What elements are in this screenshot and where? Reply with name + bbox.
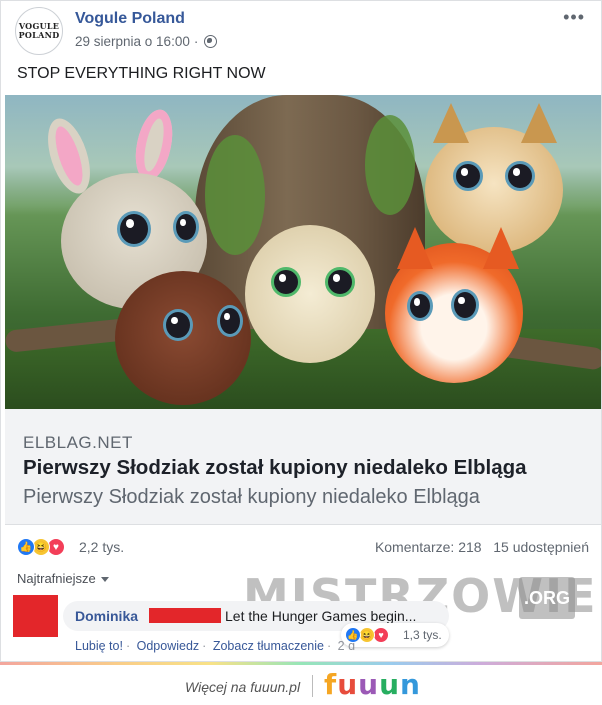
comment-sort-dropdown[interactable]: Najtrafniejsze (17, 571, 109, 586)
link-title: Pierwszy Słodziak został kupiony niedale… (23, 456, 527, 479)
lynx-eye (505, 161, 535, 191)
comment-reactions[interactable]: 👍 😆 ♥ 1,3 tys. (341, 623, 449, 647)
reaction-count[interactable]: 2,2 tys. (79, 539, 124, 555)
footer-separator (312, 675, 313, 697)
page-name-link[interactable]: Vogule Poland (75, 10, 185, 28)
post-image[interactable] (5, 95, 601, 409)
comment-text: Let the Hunger Games begin... (225, 608, 417, 624)
post-meta: 29 sierpnia o 16:00 · (75, 34, 218, 49)
link-preview[interactable]: ELBLAG.NET Pierwszy Słodziak został kupi… (5, 409, 601, 525)
fox-eye (451, 289, 479, 321)
more-dots-icon[interactable]: ••• (563, 7, 585, 28)
logo-letter: u (337, 668, 359, 701)
hedgehog-eye (271, 267, 301, 297)
site-footer: Więcej na fuuun.pl fuuun (0, 665, 602, 705)
commenter-avatar[interactable] (13, 595, 58, 637)
hedgehog-plush (245, 225, 375, 363)
comment-translate-link[interactable]: Zobacz tłumaczenie (213, 639, 324, 653)
beaver-eye (217, 305, 243, 337)
love-reaction-icon: ♥ (373, 627, 389, 643)
bunny-eye (117, 211, 151, 247)
beaver-eye (163, 309, 193, 341)
lynx-ear (521, 103, 557, 143)
share-count[interactable]: 15 udostępnień (493, 539, 589, 555)
link-description: Pierwszy Słodziak został kupiony niedale… (23, 486, 480, 508)
fox-ear (397, 227, 433, 269)
fox-ear (483, 227, 519, 269)
logo-letter: u (379, 668, 400, 701)
redaction-bar (149, 608, 221, 623)
haha-reaction-icon: 😆 (359, 627, 375, 643)
image-moss (365, 115, 415, 215)
post-stats: 👍 😆 ♥ 2,2 tys. Komentarze: 218 15 udostę… (17, 537, 589, 559)
avatar-text-line-2: POLAND (18, 30, 60, 40)
logo-letter: u (358, 668, 380, 701)
page-avatar[interactable]: VOGULE POLAND (15, 7, 63, 55)
comment-count[interactable]: Komentarze: 218 (375, 539, 482, 555)
post-date[interactable]: 29 sierpnia o 16:00 (75, 34, 190, 49)
comment-actions: Lubię to! · Odpowiedz · Zobacz tłumaczenie… (75, 639, 356, 653)
bunny-eye (173, 211, 199, 243)
comment-reply-link[interactable]: Odpowiedz (137, 639, 200, 653)
lynx-eye (453, 161, 483, 191)
lynx-ear (433, 103, 469, 143)
facebook-post: VOGULE POLAND Vogule Poland 29 sierpnia … (0, 0, 602, 662)
image-moss (205, 135, 265, 255)
hedgehog-eye (325, 267, 355, 297)
like-reaction-icon: 👍 (345, 627, 361, 643)
like-reaction-icon[interactable]: 👍 (17, 538, 35, 556)
caret-down-icon (100, 577, 109, 583)
engagement-counts: Komentarze: 218 15 udostępnień (375, 539, 589, 555)
post-text: STOP EVERYTHING RIGHT NOW (17, 65, 266, 82)
comment-like-link[interactable]: Lubię to! (75, 639, 123, 653)
watermark-suffix: .ORG (519, 577, 575, 619)
link-domain: ELBLAG.NET (23, 433, 133, 452)
logo-letter: f (324, 668, 338, 701)
meta-separator: · (193, 34, 199, 49)
comment-reaction-count: 1,3 tys. (403, 628, 442, 642)
comment-author[interactable]: Dominika (75, 608, 138, 624)
fox-eye (407, 291, 433, 321)
post-header: VOGULE POLAND Vogule Poland 29 sierpnia … (15, 7, 587, 57)
logo-letter: n (400, 668, 421, 701)
sort-label: Najtrafniejsze (17, 571, 96, 586)
more-link[interactable]: Więcej na fuuun.pl (185, 679, 300, 695)
fuuun-logo[interactable]: fuuun (324, 668, 421, 701)
globe-icon[interactable] (204, 35, 218, 48)
